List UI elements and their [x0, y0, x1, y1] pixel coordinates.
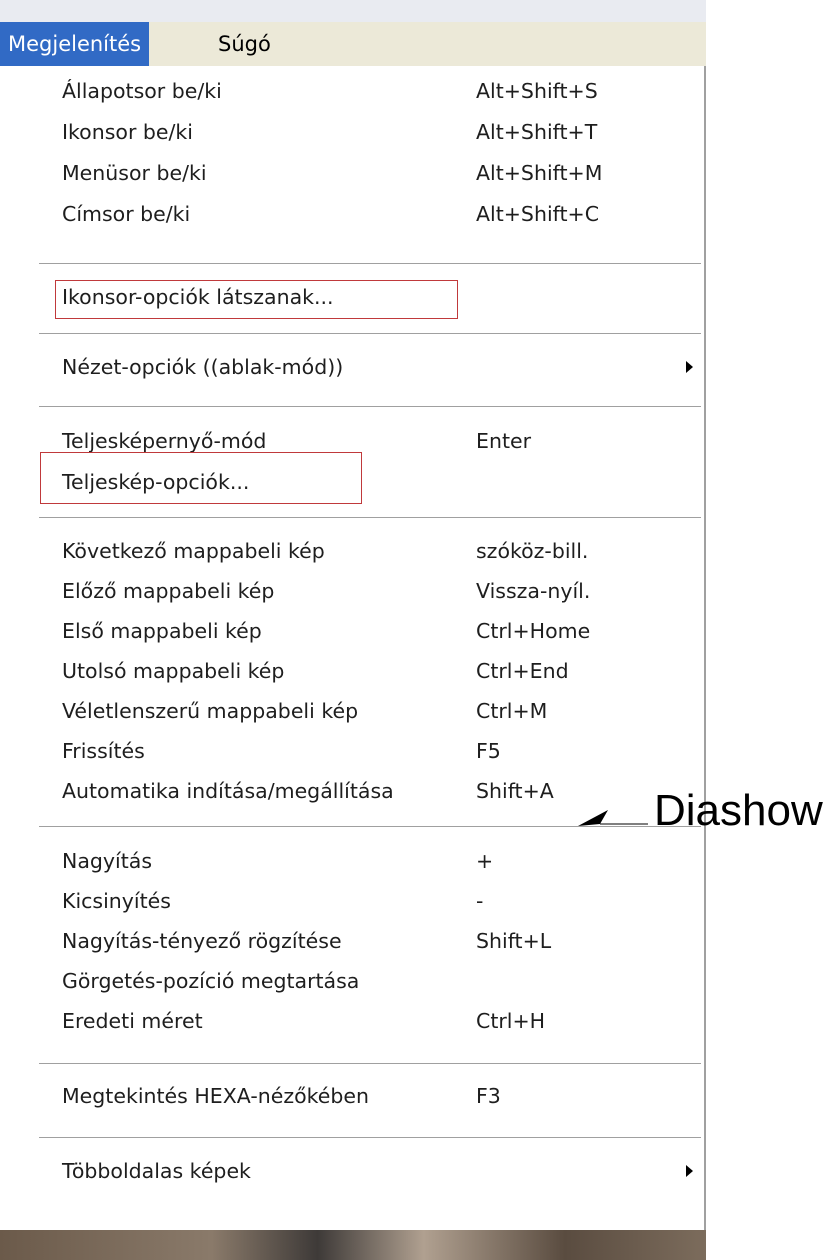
- window-top-strip: [0, 0, 706, 22]
- menu-item-view-options[interactable]: Nézet-opciók ((ablak-mód)): [0, 347, 704, 388]
- menu-item-label: Nagyítás-tényező rögzítése: [62, 929, 342, 953]
- menu-item-titlebar-toggle[interactable]: Címsor be/ki Alt+Shift+C: [0, 194, 704, 235]
- menu-separator: [39, 517, 701, 519]
- menu-item-lock-zoom-factor[interactable]: Nagyítás-tényező rögzítése Shift+L: [0, 921, 704, 962]
- menu-item-first-image[interactable]: Első mappabeli kép Ctrl+Home: [0, 611, 704, 652]
- menu-item-label: Megtekintés HEXA-nézőkében: [62, 1084, 370, 1108]
- menu-item-previous-image[interactable]: Előző mappabeli kép Vissza-nyíl.: [0, 571, 704, 612]
- menu-item-hex-view[interactable]: Megtekintés HEXA-nézőkében F3: [0, 1076, 704, 1117]
- menu-separator: [39, 1063, 701, 1065]
- menu-item-shortcut: Alt+Shift+T: [476, 120, 598, 144]
- menu-separator: [39, 263, 701, 265]
- menu-item-automatic-slideshow[interactable]: Automatika indítása/megállítása Shift+A: [0, 771, 704, 812]
- menu-item-shortcut: F5: [476, 739, 501, 763]
- menu-item-label: Következő mappabeli kép: [62, 539, 325, 563]
- menu-item-shortcut: Alt+Shift+C: [476, 202, 600, 226]
- menu-item-refresh[interactable]: Frissítés F5: [0, 731, 704, 772]
- callout-arrow-icon: [578, 810, 648, 826]
- menu-item-shortcut: Ctrl+Home: [476, 619, 591, 643]
- menu-item-label: Címsor be/ki: [62, 202, 191, 226]
- menu-item-label: Nagyítás: [62, 849, 153, 873]
- menu-item-shortcut: Enter: [476, 429, 532, 453]
- menu-item-label: Többoldalas képek: [62, 1159, 251, 1183]
- menu-item-label: Előző mappabeli kép: [62, 579, 275, 603]
- menu-item-random-image[interactable]: Véletlenszerű mappabeli kép Ctrl+M: [0, 691, 704, 732]
- menu-item-shortcut: Ctrl+H: [476, 1009, 546, 1033]
- menu-item-menubar-toggle[interactable]: Menüsor be/ki Alt+Shift+M: [0, 153, 704, 194]
- menu-item-label: Nézet-opciók ((ablak-mód)): [62, 355, 344, 379]
- menu-separator: [39, 406, 701, 408]
- view-dropdown-menu: Állapotsor be/ki Alt+Shift+S Ikonsor be/…: [0, 66, 706, 1230]
- menu-item-shortcut: Shift+A: [476, 779, 554, 803]
- menu-item-label: Menüsor be/ki: [62, 161, 207, 185]
- highlight-box: [40, 452, 362, 504]
- menu-item-shortcut: Vissza-nyíl.: [476, 579, 591, 603]
- menu-item-label: Véletlenszerű mappabeli kép: [62, 699, 359, 723]
- menu-item-label: Frissítés: [62, 739, 145, 763]
- menu-help[interactable]: Súgó: [210, 22, 279, 66]
- submenu-arrow-icon: [686, 361, 693, 373]
- menu-item-keep-scroll-position[interactable]: Görgetés-pozíció megtartása: [0, 961, 704, 1002]
- menu-item-shortcut: Shift+L: [476, 929, 552, 953]
- menu-item-shortcut: Ctrl+M: [476, 699, 548, 723]
- menu-item-zoom-out[interactable]: Kicsinyítés -: [0, 881, 704, 922]
- menu-item-statusbar-toggle[interactable]: Állapotsor be/ki Alt+Shift+S: [0, 71, 704, 112]
- menu-item-shortcut: Ctrl+End: [476, 659, 569, 683]
- menu-separator: [39, 1137, 701, 1139]
- menu-item-zoom-in[interactable]: Nagyítás +: [0, 841, 704, 882]
- menu-item-label: Kicsinyítés: [62, 889, 171, 913]
- menu-item-shortcut: szóköz-bill.: [476, 539, 589, 563]
- submenu-arrow-icon: [686, 1165, 693, 1177]
- diashow-annotation: Diashow: [654, 786, 823, 835]
- background-image-strip: [0, 1230, 706, 1260]
- menu-item-shortcut: -: [476, 889, 484, 913]
- menu-bar: Megjelenítés Súgó: [0, 22, 706, 67]
- menu-item-toolbar-toggle[interactable]: Ikonsor be/ki Alt+Shift+T: [0, 112, 704, 153]
- menu-view[interactable]: Megjelenítés: [0, 22, 150, 66]
- menu-item-shortcut: Alt+Shift+S: [476, 79, 598, 103]
- menu-item-last-image[interactable]: Utolsó mappabeli kép Ctrl+End: [0, 651, 704, 692]
- menu-item-label: Görgetés-pozíció megtartása: [62, 969, 360, 993]
- menu-item-next-image[interactable]: Következő mappabeli kép szóköz-bill.: [0, 531, 704, 572]
- menu-item-label: Első mappabeli kép: [62, 619, 262, 643]
- highlight-box: [55, 280, 458, 319]
- menu-item-multipage-images[interactable]: Többoldalas képek: [0, 1151, 704, 1192]
- menu-item-label: Ikonsor be/ki: [62, 120, 193, 144]
- menu-item-shortcut: F3: [476, 1084, 501, 1108]
- menu-item-label: Utolsó mappabeli kép: [62, 659, 285, 683]
- menu-item-shortcut: +: [476, 849, 494, 873]
- menu-item-label: Eredeti méret: [62, 1009, 203, 1033]
- menu-item-label: Automatika indítása/megállítása: [62, 779, 394, 803]
- menu-item-shortcut: Alt+Shift+M: [476, 161, 603, 185]
- menu-item-original-size[interactable]: Eredeti méret Ctrl+H: [0, 1001, 704, 1042]
- menu-separator: [39, 333, 701, 335]
- menu-item-label: Állapotsor be/ki: [62, 79, 222, 103]
